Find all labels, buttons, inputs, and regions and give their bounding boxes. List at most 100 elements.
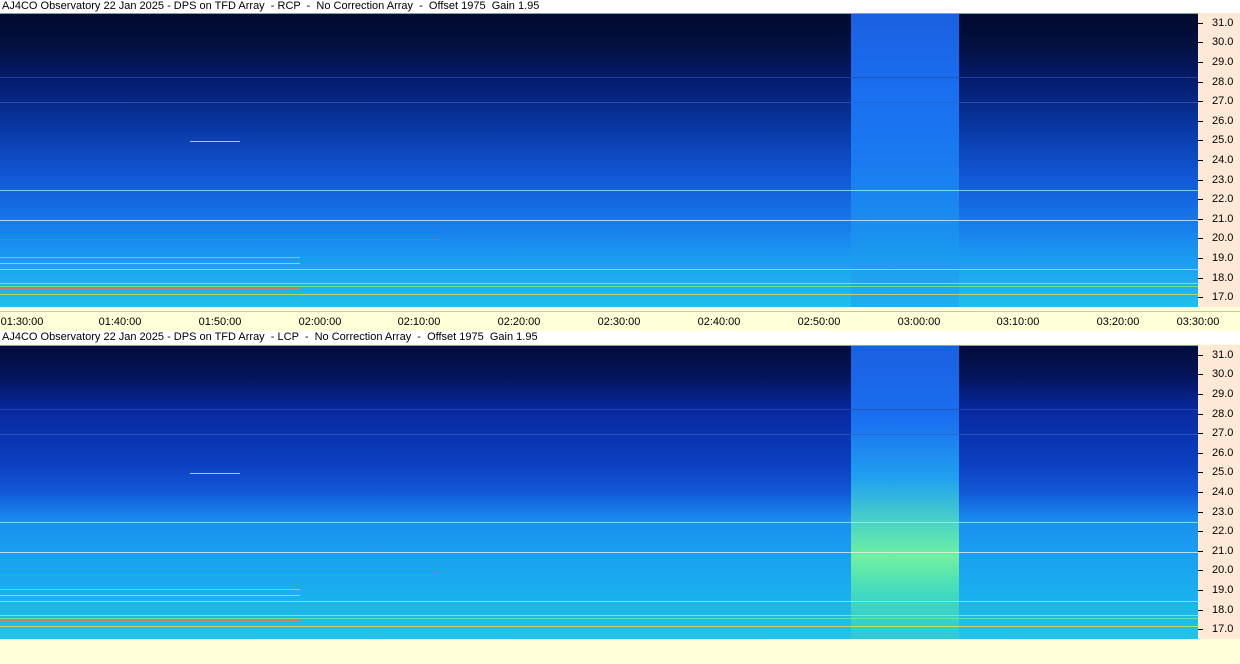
y-tick-label: 31.0 xyxy=(1212,349,1234,361)
y-tick-label: 25.0 xyxy=(1212,134,1234,146)
y-tick-label: 21.0 xyxy=(1212,545,1234,557)
emission-line xyxy=(0,615,1198,616)
y-tick xyxy=(1198,453,1203,454)
emission-line xyxy=(190,473,240,474)
x-tick-label: 02:30:00 xyxy=(597,316,641,328)
bottom-strip xyxy=(0,642,1240,664)
emission-line xyxy=(0,571,440,572)
y-tick-label: 25.0 xyxy=(1212,466,1234,478)
emission-line xyxy=(0,269,1198,270)
y-tick xyxy=(1198,140,1203,141)
emission-line xyxy=(0,102,1198,103)
y-tick xyxy=(1198,219,1203,220)
rcp-y-axis: 31.0 30.0 29.0 28.0 27.0 26.0 25.0 24.0 23.0 22.0… xyxy=(1198,13,1240,307)
emission-line xyxy=(0,409,1198,410)
emission-line xyxy=(0,595,300,596)
lcp-bright-band xyxy=(851,346,959,639)
y-tick-label: 23.0 xyxy=(1212,506,1234,518)
y-tick-label: 19.0 xyxy=(1212,584,1234,596)
x-tick-label: 01:40:00 xyxy=(98,316,142,328)
y-tick-label: 24.0 xyxy=(1212,154,1234,166)
x-tick-label: 02:50:00 xyxy=(797,316,841,328)
emission-line xyxy=(0,239,440,240)
y-tick-label: 29.0 xyxy=(1212,388,1234,400)
y-tick xyxy=(1198,180,1203,181)
x-tick-label: 02:10:00 xyxy=(397,316,441,328)
y-tick xyxy=(1198,610,1203,611)
y-tick-label: 27.0 xyxy=(1212,95,1234,107)
x-tick-label: 03:30:00 xyxy=(1176,316,1220,328)
y-tick-label: 28.0 xyxy=(1212,76,1234,88)
y-tick xyxy=(1198,278,1203,279)
emission-line xyxy=(0,283,1198,284)
y-tick-label: 19.0 xyxy=(1212,252,1234,264)
emission-line xyxy=(0,552,1198,553)
y-tick-label: 24.0 xyxy=(1212,486,1234,498)
lcp-y-axis: 31.0 30.0 29.0 28.0 27.0 26.0 25.0 24.0 23.0 22.0… xyxy=(1198,345,1240,639)
y-tick-label: 21.0 xyxy=(1212,213,1234,225)
emission-line xyxy=(0,626,1198,627)
y-tick-label: 22.0 xyxy=(1212,193,1234,205)
y-tick xyxy=(1198,121,1203,122)
y-tick xyxy=(1198,472,1203,473)
y-tick-label: 17.0 xyxy=(1212,623,1234,635)
y-tick-label: 29.0 xyxy=(1212,56,1234,68)
y-tick xyxy=(1198,414,1203,415)
y-tick-label: 20.0 xyxy=(1212,232,1234,244)
emission-line xyxy=(0,286,1198,287)
x-tick-label: 01:50:00 xyxy=(198,316,242,328)
emission-line xyxy=(0,294,1198,295)
x-tick-label: 03:00:00 xyxy=(897,316,941,328)
emission-line xyxy=(0,618,1198,619)
y-tick-label: 30.0 xyxy=(1212,368,1234,380)
emission-line xyxy=(190,141,240,142)
x-tick-label: 02:00:00 xyxy=(298,316,342,328)
y-tick xyxy=(1198,374,1203,375)
emission-line xyxy=(0,620,300,621)
y-tick xyxy=(1198,238,1203,239)
rcp-bright-band xyxy=(851,14,959,307)
emission-line xyxy=(0,257,300,258)
y-tick xyxy=(1198,258,1203,259)
emission-line xyxy=(0,288,300,289)
emission-line xyxy=(0,263,300,264)
y-tick-label: 26.0 xyxy=(1212,447,1234,459)
y-tick xyxy=(1198,62,1203,63)
emission-line xyxy=(0,190,1198,191)
y-tick-label: 26.0 xyxy=(1212,115,1234,127)
x-tick-label: 01:30:00 xyxy=(0,316,44,328)
emission-line xyxy=(0,77,1198,78)
y-tick xyxy=(1198,551,1203,552)
emission-line xyxy=(0,220,1198,221)
x-tick-label: 02:20:00 xyxy=(497,316,541,328)
rcp-spectrogram xyxy=(0,13,1198,307)
y-tick-label: 23.0 xyxy=(1212,174,1234,186)
y-tick xyxy=(1198,82,1203,83)
x-tick-label: 03:10:00 xyxy=(996,316,1040,328)
y-tick xyxy=(1198,42,1203,43)
emission-line xyxy=(0,589,300,590)
lcp-panel-title: AJ4CO Observatory 22 Jan 2025 - DPS on T… xyxy=(0,331,1240,344)
y-tick xyxy=(1198,629,1203,630)
y-tick xyxy=(1198,297,1203,298)
y-tick xyxy=(1198,590,1203,591)
y-tick xyxy=(1198,160,1203,161)
y-tick xyxy=(1198,23,1203,24)
rcp-panel-title: AJ4CO Observatory 22 Jan 2025 - DPS on T… xyxy=(0,0,1240,13)
y-tick xyxy=(1198,492,1203,493)
y-tick xyxy=(1198,394,1203,395)
y-tick xyxy=(1198,199,1203,200)
y-tick xyxy=(1198,570,1203,571)
emission-line xyxy=(0,434,1198,435)
emission-line xyxy=(0,522,1198,523)
lcp-spectrogram xyxy=(0,345,1198,639)
y-tick xyxy=(1198,355,1203,356)
y-tick xyxy=(1198,512,1203,513)
emission-line xyxy=(0,601,1198,602)
y-tick-label: 18.0 xyxy=(1212,272,1234,284)
y-tick-label: 28.0 xyxy=(1212,408,1234,420)
y-tick-label: 30.0 xyxy=(1212,36,1234,48)
x-tick-label: 03:20:00 xyxy=(1096,316,1140,328)
y-tick-label: 22.0 xyxy=(1212,525,1234,537)
y-tick-label: 18.0 xyxy=(1212,604,1234,616)
